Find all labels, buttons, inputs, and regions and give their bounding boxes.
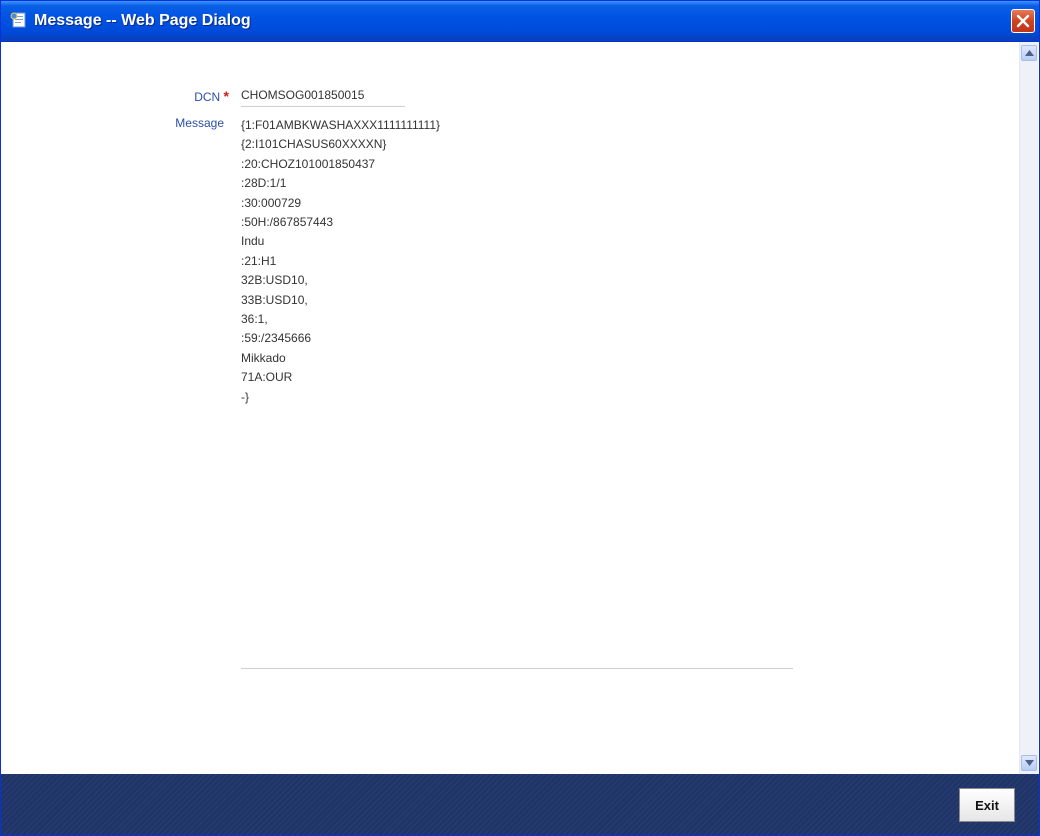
message-line: 36:1, (241, 312, 268, 327)
window-title: Message -- Web Page Dialog (34, 12, 251, 29)
arrow-up-icon (1025, 50, 1034, 56)
message-line: {2:I101CHASUS60XXXXN} (241, 137, 387, 152)
message-line: :21:H1 (241, 253, 277, 268)
ie-page-icon (10, 12, 28, 28)
message-label: Message (175, 116, 224, 130)
arrow-down-icon (1025, 760, 1034, 766)
message-line: :28D:1/1 (241, 176, 287, 191)
exit-button[interactable]: Exit (959, 788, 1015, 822)
vertical-scrollbar[interactable] (1019, 42, 1038, 774)
title-bar: Message -- Web Page Dialog (1, 1, 1039, 42)
message-line: Mikkado (241, 350, 286, 365)
dcn-label: DCN * (151, 88, 229, 104)
message-line: :20:CHOZ101001850437 (241, 156, 376, 171)
required-mark: * (223, 88, 229, 104)
dialog-window: Message -- Web Page Dialog DCN * CHOMSOG… (0, 0, 1040, 836)
message-textarea[interactable]: {1:F01AMBKWASHAXXX1111111111} {2:I101CHA… (241, 116, 793, 669)
close-icon (1016, 14, 1030, 28)
dcn-label-text: DCN (194, 90, 221, 104)
message-line: -} (241, 389, 250, 404)
message-line: {1:F01AMBKWASHAXXX1111111111} (241, 118, 441, 132)
dialog-footer: Exit (1, 774, 1039, 835)
message-line: :59:/2345666 (241, 331, 312, 346)
close-button[interactable] (1011, 9, 1035, 33)
scroll-up-button[interactable] (1021, 45, 1037, 61)
message-line: Indu (241, 234, 265, 249)
message-line: 33B:USD10, (241, 292, 308, 307)
message-line: :50H:/867857443 (241, 215, 334, 230)
message-line: :30:000729 (241, 195, 302, 210)
dcn-field[interactable]: CHOMSOG001850015 (241, 88, 405, 107)
message-line: 32B:USD10, (241, 273, 308, 288)
dialog-content: DCN * CHOMSOG001850015 Message {1:F01AMB… (1, 42, 1019, 774)
message-line: 71A:OUR (241, 370, 293, 385)
scroll-down-button[interactable] (1021, 755, 1037, 771)
